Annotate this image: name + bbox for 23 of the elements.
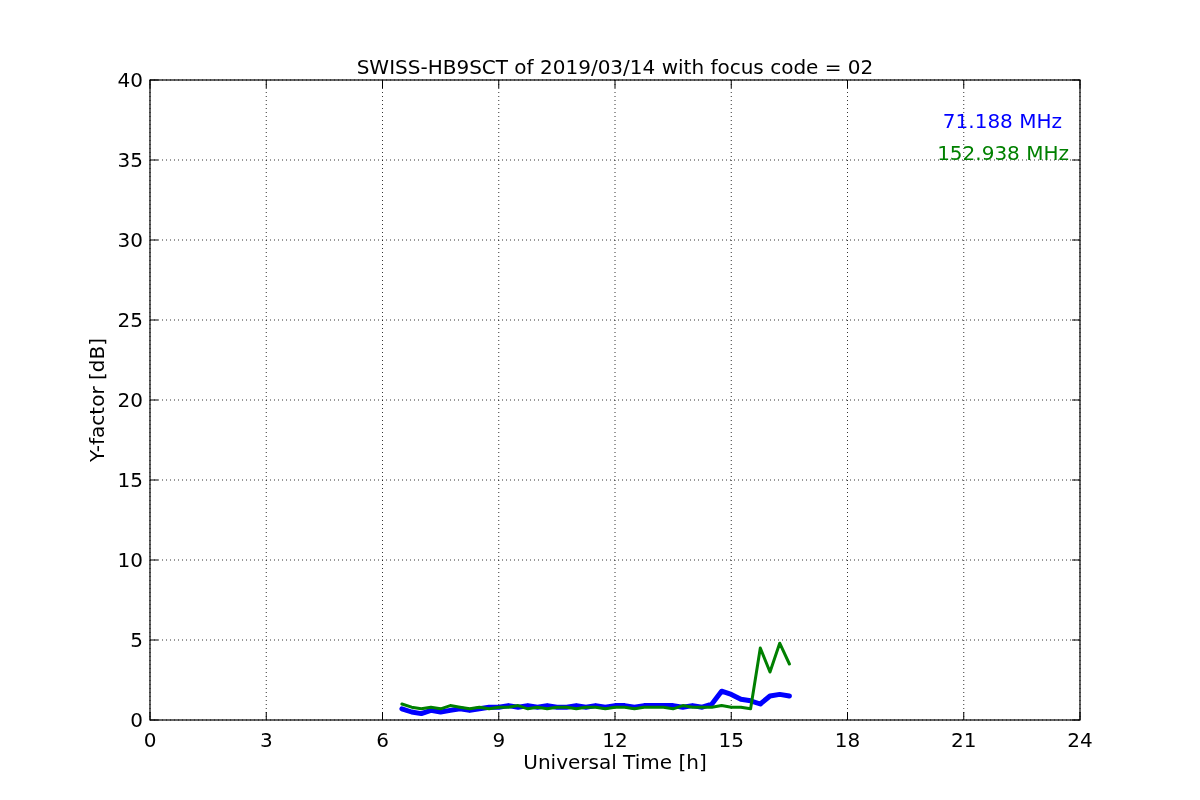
x-tick-label: 15	[718, 728, 744, 752]
x-tick-label: 18	[834, 728, 861, 752]
x-axis-label: Universal Time [h]	[523, 750, 707, 774]
y-tick-label: 10	[117, 548, 143, 572]
x-tick-label: 12	[602, 728, 628, 752]
x-tick-label: 21	[951, 728, 977, 752]
x-tick-label: 9	[492, 728, 506, 752]
x-tick-label: 0	[143, 728, 157, 752]
x-tick-label: 24	[1067, 728, 1093, 752]
y-tick-label: 0	[130, 708, 143, 732]
y-tick-label: 15	[117, 468, 143, 492]
y-tick-label: 5	[130, 628, 143, 652]
y-tick-label: 25	[117, 308, 143, 332]
legend-entry: 71.188 MHz	[942, 109, 1062, 133]
y-tick-label: 20	[117, 388, 143, 412]
x-tick-label: 6	[376, 728, 389, 752]
y-tick-label: 30	[117, 228, 143, 252]
y-tick-label: 40	[117, 68, 143, 92]
chart-title: SWISS-HB9SCT of 2019/03/14 with focus code = 02	[356, 55, 874, 79]
y-axis-label: Y-factor [dB]	[85, 338, 109, 462]
legend-entry: 152.938 MHz	[937, 141, 1069, 165]
y-tick-label: 35	[117, 148, 143, 172]
x-tick-label: 3	[259, 728, 273, 752]
